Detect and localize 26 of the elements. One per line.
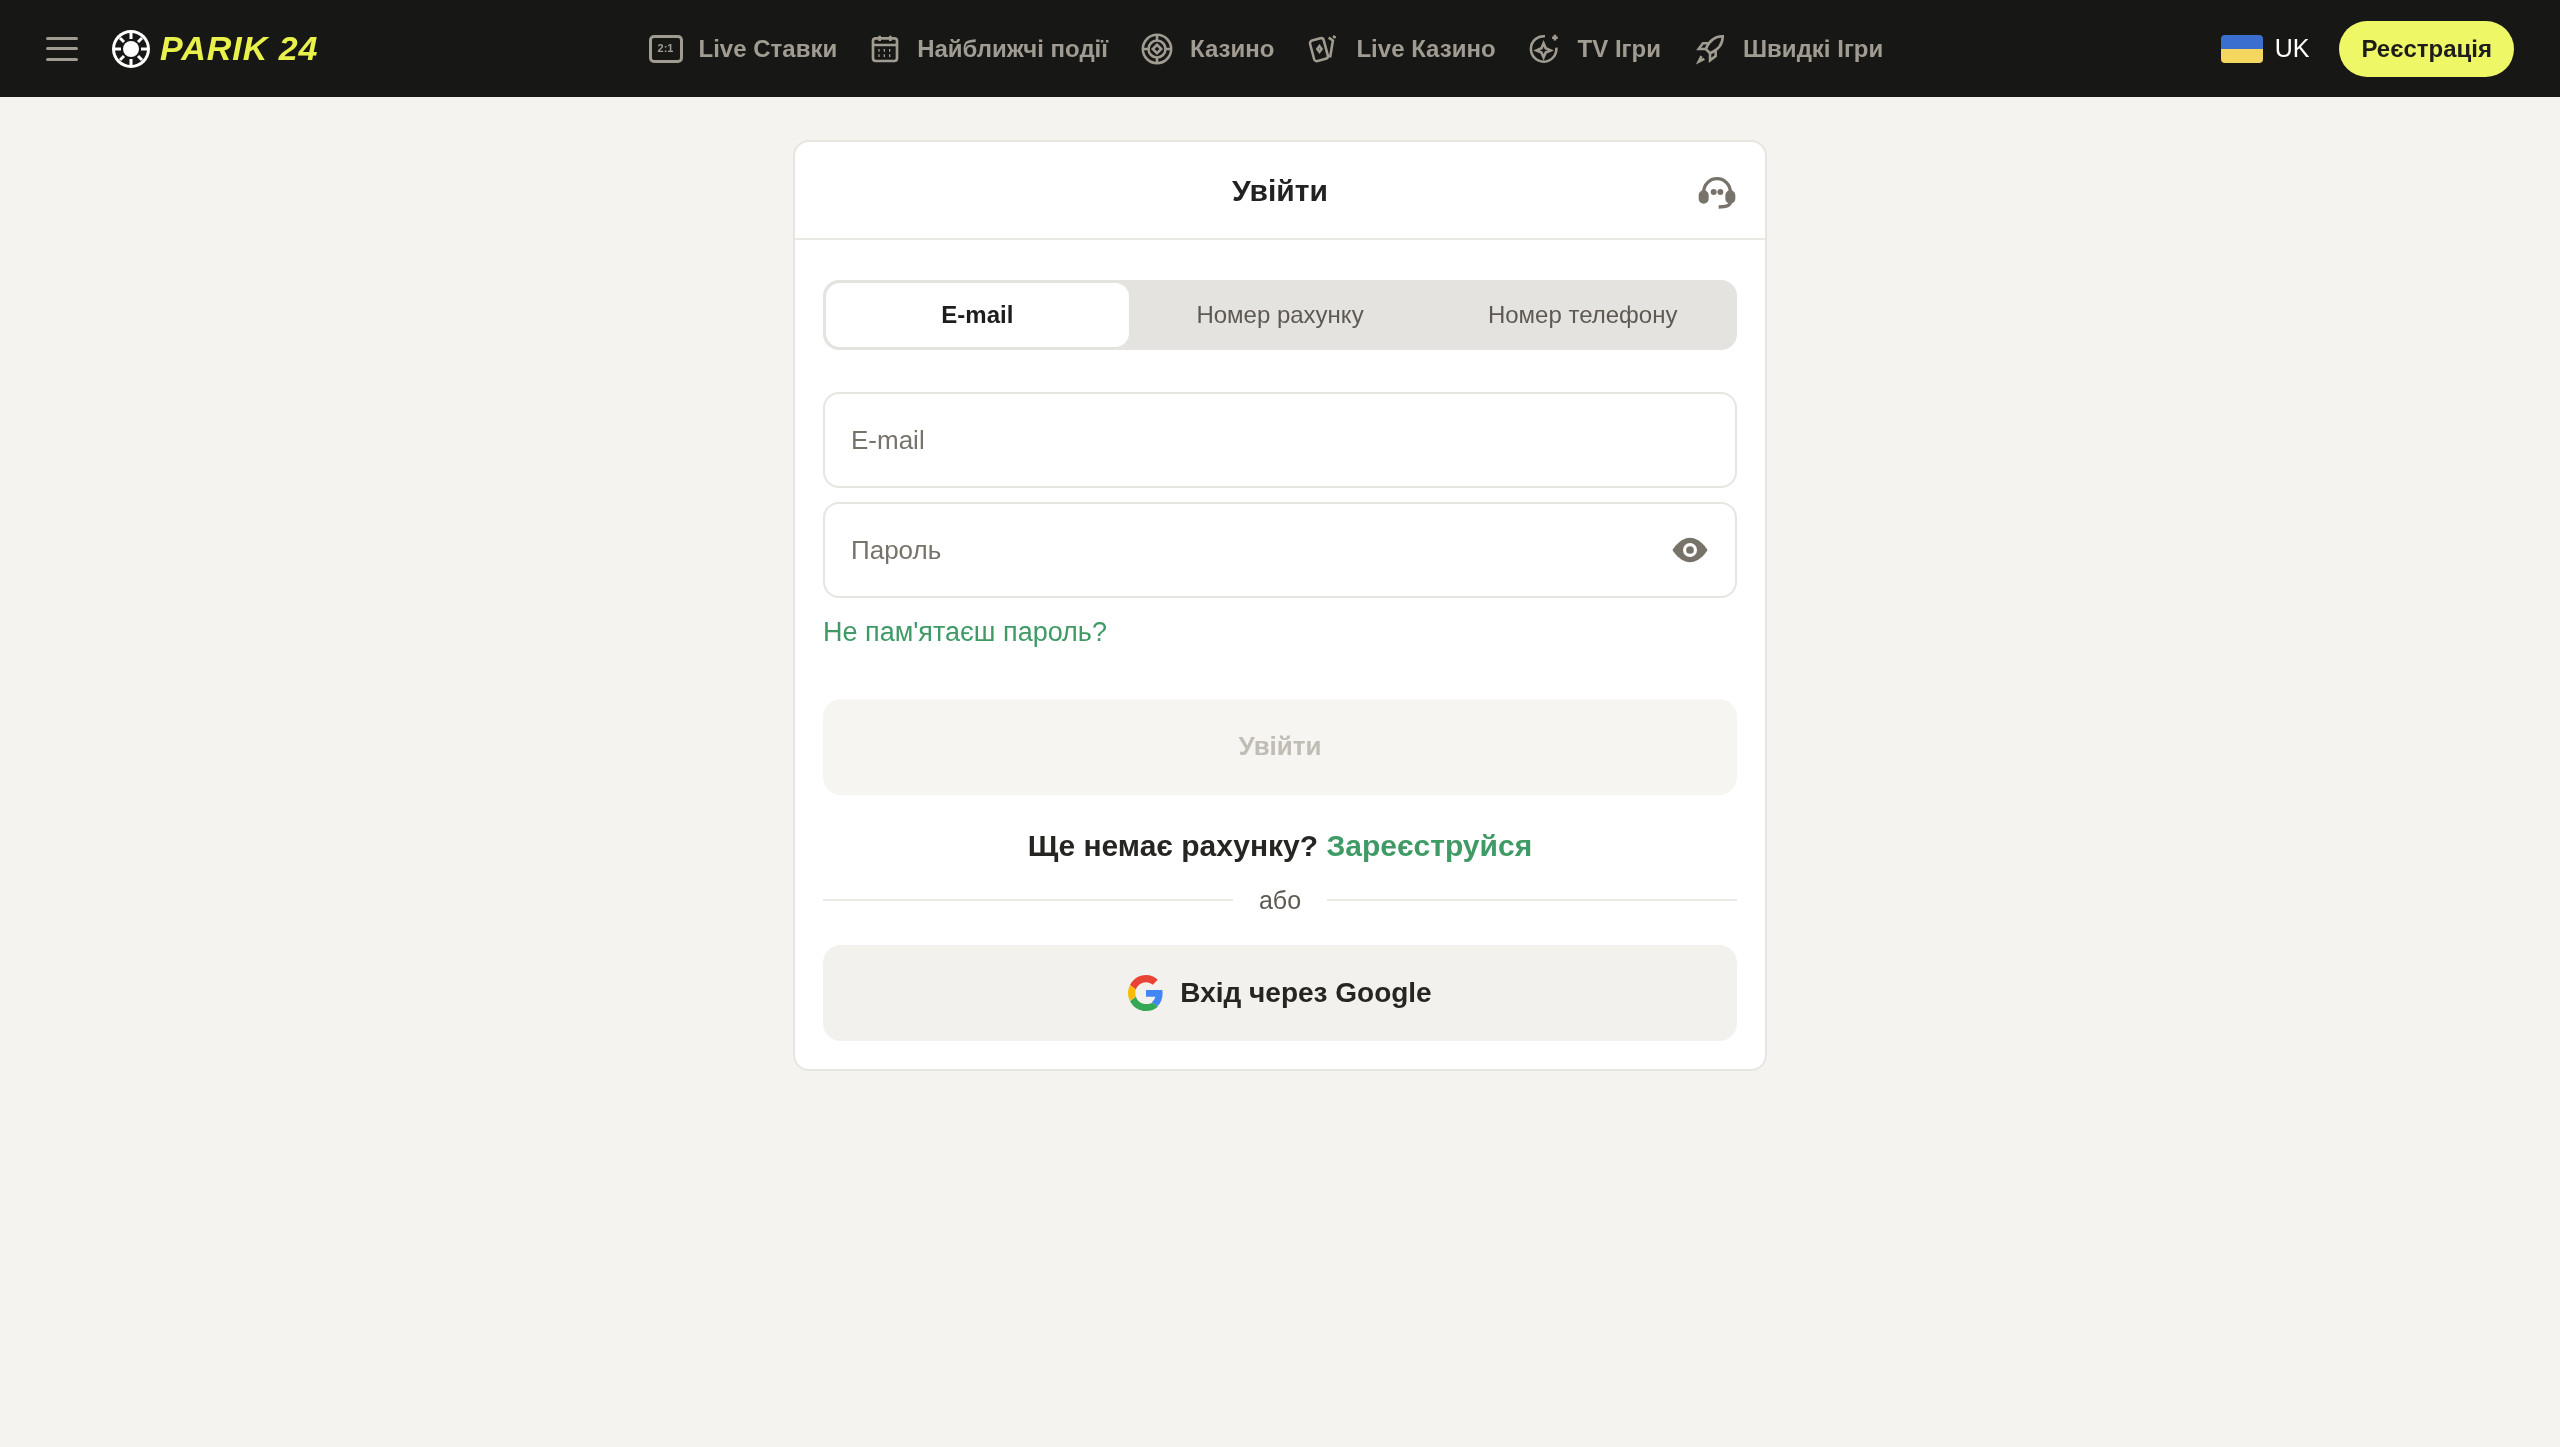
dialog-title: Увійти bbox=[1232, 172, 1328, 209]
or-separator: або bbox=[1258, 884, 1302, 916]
nav-link[interactable]: TV Ігри bbox=[1527, 30, 1661, 67]
logo[interactable]: PARIK 24 bbox=[160, 23, 319, 74]
chip-logo-icon bbox=[110, 27, 152, 70]
nav-link[interactable]: Live Казино bbox=[1306, 30, 1496, 67]
nav-link[interactable]: Швидкі Ігри bbox=[1693, 30, 1884, 67]
forgot-password-link[interactable]: Не пам'ятаєш пароль? bbox=[823, 612, 1107, 653]
nav-link[interactable]: Найближчі події bbox=[869, 30, 1109, 67]
google-login-button[interactable]: Вхід через Google bbox=[823, 945, 1737, 1041]
flag-icon bbox=[2220, 34, 2263, 63]
login-tab[interactable]: Номер телефону bbox=[1431, 283, 1734, 347]
email-field[interactable]: E-mail bbox=[823, 392, 1737, 488]
chip-icon bbox=[1140, 31, 1175, 66]
nav-link[interactable]: 2:1 Live Ставки bbox=[648, 30, 838, 67]
login-tab[interactable]: Номер рахунку bbox=[1128, 283, 1432, 347]
signup-link[interactable]: Зареєструйся bbox=[1326, 828, 1533, 862]
menu-icon[interactable] bbox=[46, 34, 78, 63]
language-selector[interactable]: UK bbox=[2220, 29, 2310, 68]
login-tab[interactable]: E-mail bbox=[826, 283, 1129, 347]
google-icon bbox=[1128, 975, 1165, 1011]
signup-prompt: Ще немає рахунку? Зареєструйся bbox=[1026, 827, 1534, 864]
nav-link[interactable]: Казино bbox=[1140, 30, 1275, 67]
password-field[interactable]: Пароль bbox=[823, 502, 1737, 598]
odds-icon: 2:1 bbox=[648, 34, 683, 63]
register-button[interactable]: Реєстрація bbox=[2339, 20, 2514, 77]
